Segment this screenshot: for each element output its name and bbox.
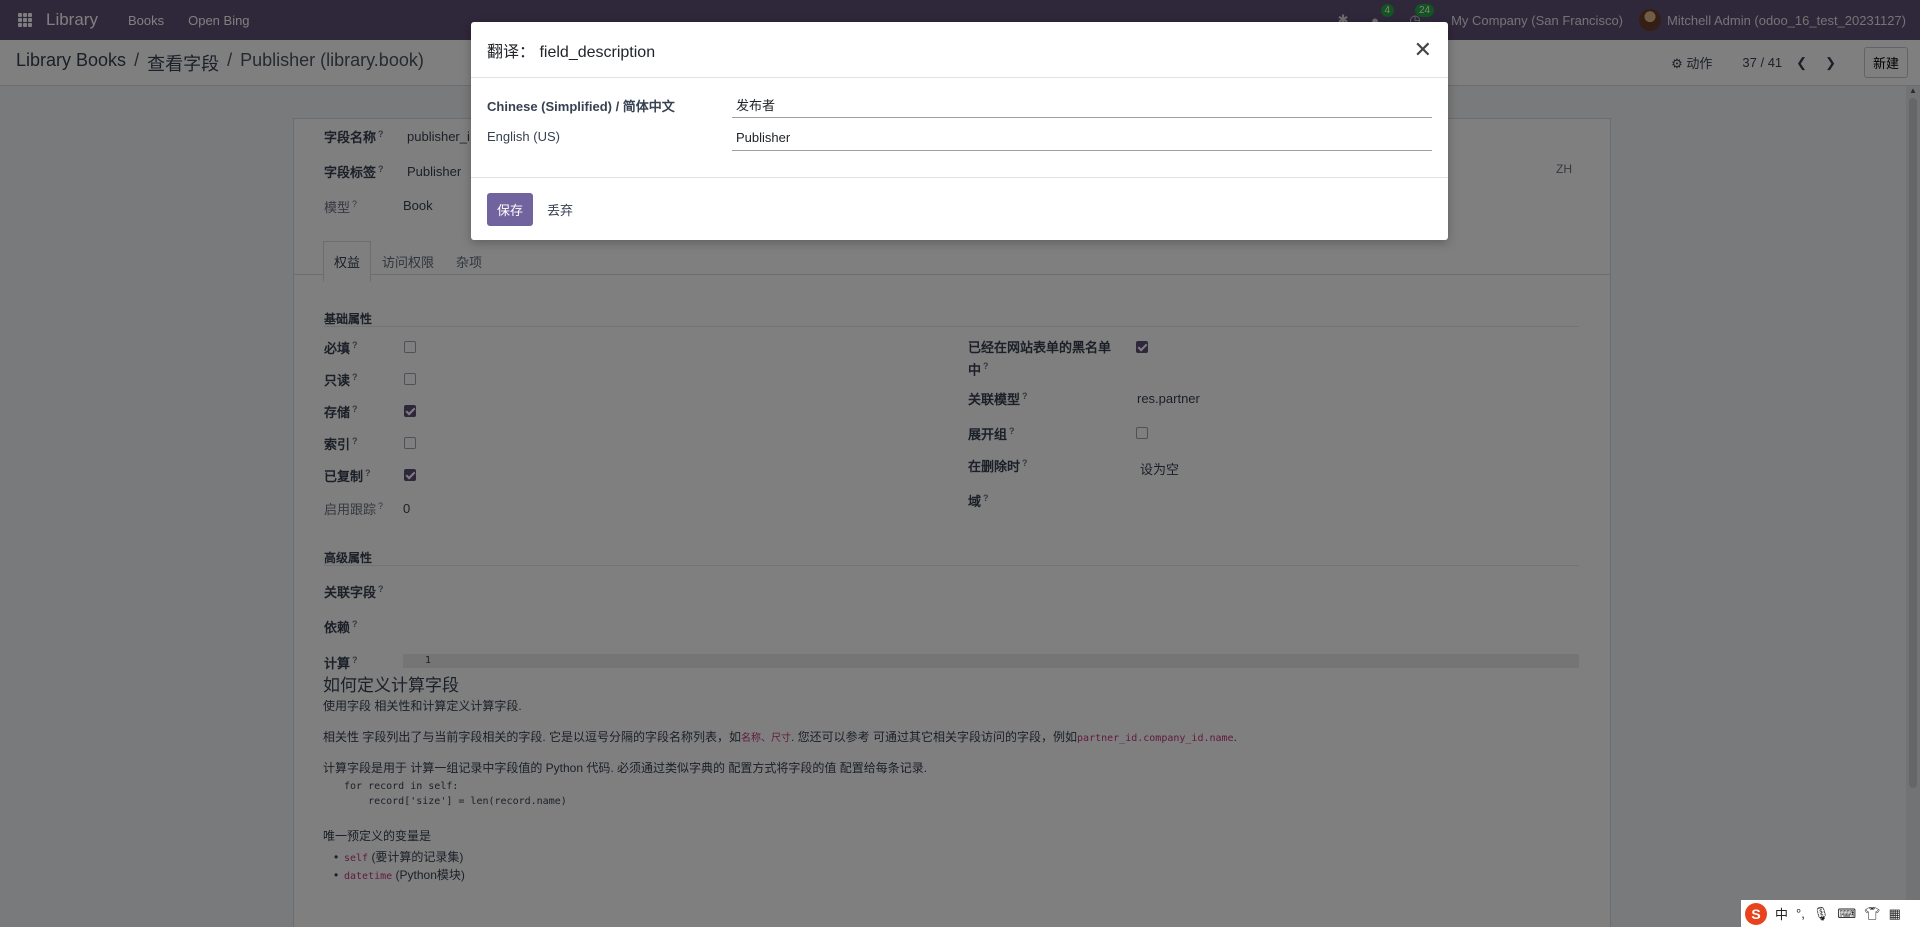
translation-row-en: English (US) [487,125,1432,151]
keyboard-icon[interactable]: ⌨ [1837,906,1856,922]
language-label-en: English (US) [487,129,560,144]
discard-button[interactable]: 丢弃 [545,193,575,226]
translation-input-en[interactable] [732,125,1432,151]
language-label-zh: Chinese (Simplified) / 简体中文 [487,99,675,114]
punctuation-icon[interactable]: °, [1796,906,1805,921]
dialog-title: 翻译： field_description [487,43,656,61]
ime-toolbar: S 中 °, 🎙︎ ⌨ 👕︎ ▦ [1741,900,1920,927]
dialog-footer: 保存 丢弃 [471,177,1448,240]
microphone-icon[interactable]: 🎙︎ [1813,906,1830,922]
translation-row-zh: Chinese (Simplified) / 简体中文 [487,92,1432,118]
translation-dialog: 翻译： field_description ✕ Chinese (Simplif… [471,22,1448,240]
dialog-header: 翻译： field_description ✕ [471,22,1448,78]
translation-input-zh[interactable] [732,92,1432,118]
skin-icon[interactable]: 👕︎ [1864,906,1881,922]
save-button[interactable]: 保存 [487,192,534,226]
ime-logo-icon[interactable]: S [1745,902,1767,925]
toolbox-icon[interactable]: ▦ [1889,906,1901,922]
ime-mode-toggle[interactable]: 中 [1775,904,1788,923]
close-icon[interactable]: ✕ [1414,38,1432,61]
